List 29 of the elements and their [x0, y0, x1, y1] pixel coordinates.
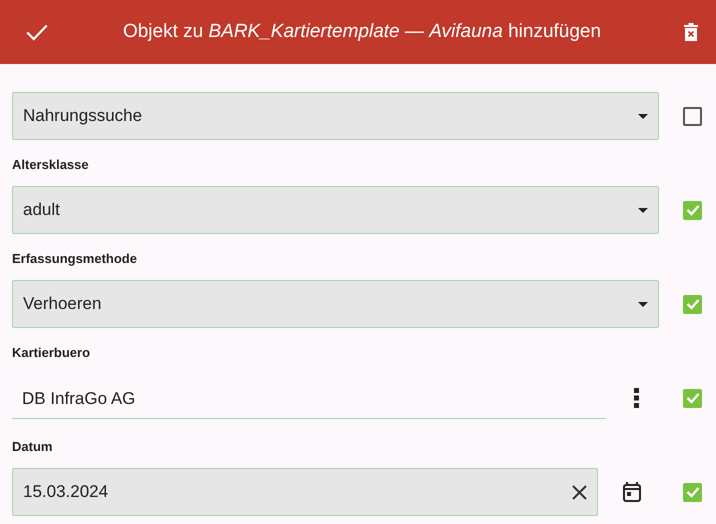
checkbox[interactable] [683, 200, 702, 220]
field-label: Altersklasse [12, 157, 90, 174]
dropdown-caret-icon [638, 208, 648, 212]
trash-icon [684, 23, 698, 41]
field-value: Verhoeren [23, 294, 102, 314]
checkbox[interactable] [683, 106, 702, 126]
dropdown-field[interactable]: Nahrungssuche [12, 92, 659, 140]
dropdown-field[interactable]: adult [12, 186, 659, 234]
calendar-button[interactable] [623, 482, 641, 502]
field-label: Datum [12, 439, 54, 456]
field-label: Erfassungsmethode [12, 251, 138, 268]
field-value: Nahrungssuche [23, 106, 144, 126]
field-label: Kartierbuero [12, 345, 92, 362]
clear-button[interactable] [572, 484, 587, 500]
checkbox[interactable] [683, 294, 702, 314]
checkbox[interactable] [683, 388, 702, 408]
field-value: 15.03.2024 [23, 482, 110, 502]
calendar-icon [623, 482, 641, 502]
dropdown-caret-icon [638, 114, 648, 118]
dropdown-field[interactable]: Verhoeren [12, 280, 659, 328]
close-icon [572, 484, 587, 500]
more-vertical-icon [634, 388, 638, 408]
input-field[interactable]: DB InfraGo AG [12, 379, 606, 419]
date-field[interactable]: 15.03.2024 [12, 468, 598, 516]
dialog-title: Objekt zu BARK_Kartiertemplate — Avifauna hinzufügen [122, 21, 602, 43]
field-value: adult [23, 200, 61, 220]
checkbox[interactable] [683, 482, 702, 502]
more-button[interactable] [634, 388, 638, 408]
dropdown-caret-icon [638, 302, 648, 306]
